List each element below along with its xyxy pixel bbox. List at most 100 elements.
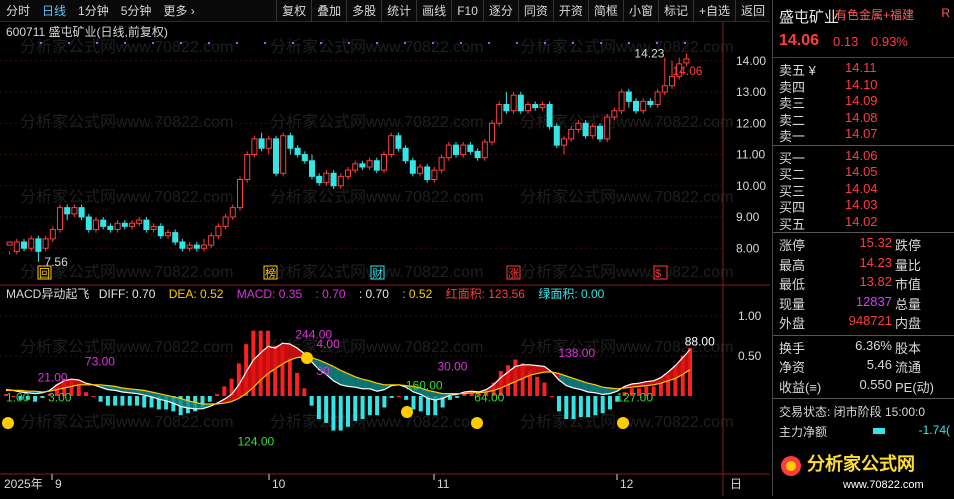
quote-stats-2: 换手 6.36% 股本 净资 5.46 流通 收益(≡) 0.550 PE(动) — [773, 338, 954, 397]
candle-body — [373, 160, 380, 171]
event-marker-label: 回 — [39, 267, 50, 280]
stock-header: 盛屯矿业 有色金属+福建 R 14.06 0.13 0.93% — [773, 0, 954, 58]
candle-body — [208, 235, 215, 246]
macd-bar — [346, 396, 350, 427]
small-window-button[interactable]: 小窗 — [622, 0, 658, 22]
macd-bar — [564, 396, 569, 420]
stock-pct: 0.93% — [871, 34, 908, 49]
red-area-value: 红面积: 123.56 — [446, 286, 526, 301]
macd-bar — [295, 372, 300, 396]
stat-row: 净资 5.46 流通 — [773, 357, 954, 377]
restore-rights-button[interactable]: 复权 — [276, 0, 311, 22]
candle-body — [92, 219, 100, 230]
open-capital-button[interactable]: 开资 — [552, 0, 588, 22]
stats-button[interactable]: 统计 — [381, 0, 416, 22]
tab-1min[interactable]: 1分钟 — [72, 0, 115, 22]
ask-price: 14.11 — [845, 60, 877, 75]
macd-bar — [98, 396, 103, 402]
ask-label: 卖一 — [779, 129, 806, 144]
stat-label-right: PE(动) — [895, 379, 935, 395]
stat-label: 换手 — [779, 340, 806, 356]
golden-cross-icon — [401, 406, 413, 418]
stock-industry[interactable]: 有色金属+福建 — [835, 6, 914, 23]
golden-cross-icon — [301, 352, 313, 364]
macd-bar — [535, 376, 540, 396]
simple-frame-button[interactable]: 简框 — [587, 0, 623, 22]
candle-body — [654, 91, 661, 105]
stat-label: 涨停 — [779, 238, 806, 253]
candle-body — [229, 207, 236, 218]
ask-row: 卖一 14.07 — [773, 126, 954, 144]
v1-value: : 0.70 — [315, 287, 345, 301]
macd-bar — [367, 396, 372, 416]
stock-name: 盛屯矿业 — [779, 9, 840, 26]
bid-price: 14.06 — [845, 147, 878, 163]
multi-stock-button[interactable]: 多股 — [346, 0, 381, 22]
signal-dot — [264, 42, 266, 44]
green-area-value: 绿面积: 0.00 — [538, 286, 604, 301]
candle-body — [186, 244, 193, 249]
bid-price: 14.05 — [845, 164, 878, 179]
tab-daily[interactable]: 日线 — [36, 0, 72, 22]
candle-body — [424, 166, 431, 180]
stat-label: 现量 — [779, 296, 806, 312]
candle-body — [604, 116, 611, 140]
macd-bar — [600, 396, 605, 414]
candle-body — [460, 144, 467, 155]
candle-body — [200, 244, 208, 249]
kline-chart[interactable]: 分析家公式网www.70822.com 分析家公式网www.70822.com 分析… — [0, 22, 770, 496]
site-logo: 分析家公式网 www.70822.com — [781, 453, 924, 491]
main-net-value: -1.74( — [918, 423, 950, 437]
ask-book: 卖五 ¥14.11 卖四 14.10 卖三 14.09 卖二 14.08 卖一 14.07 — [773, 58, 954, 144]
candle-body — [409, 160, 416, 174]
stat-row: 收益(≡) 0.550 PE(动) — [773, 377, 954, 397]
candle-body — [366, 160, 373, 168]
x-tick-label: 日 — [730, 477, 742, 491]
signal-dot — [404, 42, 406, 44]
signal-dot — [96, 42, 98, 44]
macd-bar — [120, 396, 125, 406]
macd-bar — [33, 396, 38, 402]
event-marker-label: 榜 — [265, 266, 276, 280]
tab-more[interactable]: 更多 › — [157, 0, 200, 22]
macd-bar — [353, 396, 358, 421]
step-button[interactable]: 逐分 — [482, 0, 518, 22]
macd-annotation: 30 — [316, 364, 330, 378]
signal-dot — [236, 42, 238, 44]
macd-bar — [578, 396, 583, 418]
same-capital-button[interactable]: 同资 — [517, 0, 553, 22]
candle-body — [272, 138, 280, 174]
x-tick-label: 11 — [437, 477, 450, 491]
overlay-button[interactable]: 叠加 — [311, 0, 346, 22]
bid-row: 买四 14.03 — [773, 197, 954, 215]
macd-bar — [76, 384, 81, 396]
bid-row: 买二 14.05 — [773, 164, 954, 182]
app-root: 分时 日线 1分钟 5分钟 更多 › 复权 叠加 多股 统计 画线 F10 逐分… — [0, 0, 954, 496]
stat-label-right: 股本 — [895, 340, 922, 356]
candle-body — [100, 219, 107, 227]
candle-body — [517, 94, 524, 112]
f10-button[interactable]: F10 — [451, 0, 483, 22]
candle-body — [64, 207, 71, 215]
add-watchlist-button[interactable]: +自选 — [692, 0, 735, 22]
candle-body — [121, 222, 128, 227]
x-tick-label: 10 — [272, 477, 286, 491]
candle-body — [265, 138, 272, 149]
tab-5min[interactable]: 5分钟 — [115, 0, 158, 22]
back-button[interactable]: 返回 — [734, 0, 770, 22]
candle-body — [20, 241, 28, 249]
chart-area[interactable]: 分析家公式网www.70822.com 分析家公式网www.70822.com 分析… — [0, 22, 770, 496]
signal-dot — [208, 42, 210, 44]
tab-intraday[interactable]: 分时 — [0, 0, 36, 22]
macd-annotation: 138.00 — [558, 346, 595, 360]
stat-row: 最高 14.23 量比 — [773, 255, 954, 275]
watermark-text: 分析家公式网www.70822.com — [520, 188, 733, 206]
watermark-text: 分析家公式网www.70822.com — [270, 113, 483, 131]
price-labels: 7.5614.2314.06 — [40, 42, 703, 269]
svg-text:MACD异动起飞 DIFF: 0.70: MACD异动起飞 DIFF: 0.70 DEA: 0.52 MACD: 0.35… — [6, 286, 605, 301]
stats2-separator — [773, 334, 954, 336]
mark-button[interactable]: 标记 — [657, 0, 693, 22]
candle-body — [539, 104, 546, 109]
draw-line-button[interactable]: 画线 — [416, 0, 451, 22]
ask-price: 14.07 — [845, 126, 878, 141]
